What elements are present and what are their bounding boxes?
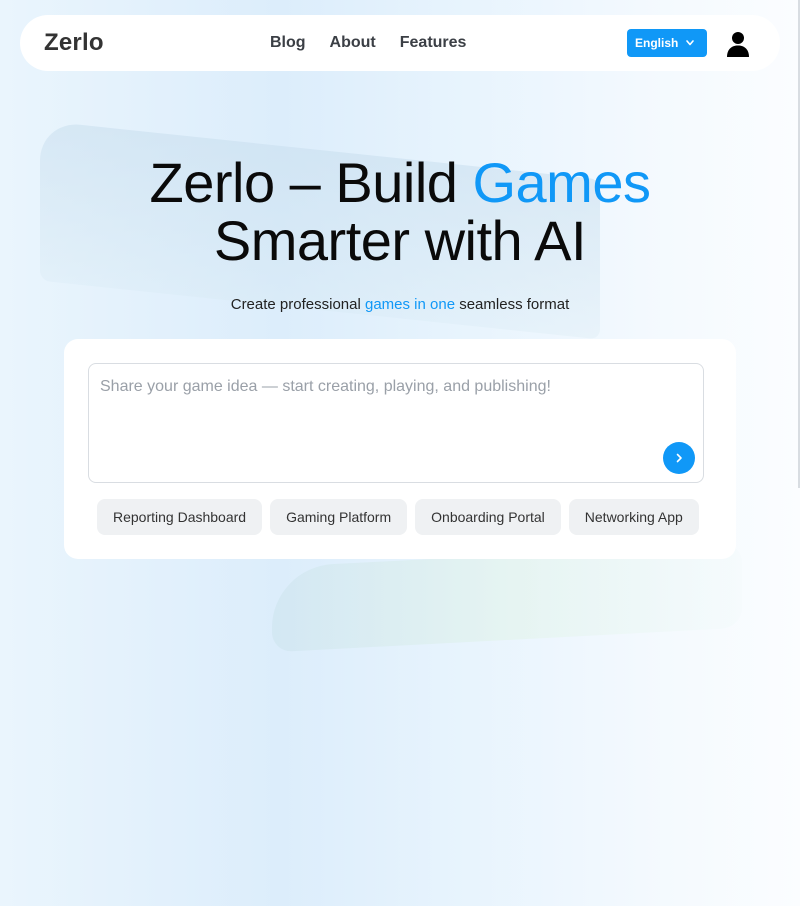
suggestion-chip-networking-app[interactable]: Networking App <box>568 499 699 535</box>
prompt-card: Reporting Dashboard Gaming Platform Onbo… <box>64 339 736 559</box>
suggestion-chips: Reporting Dashboard Gaming Platform Onbo… <box>97 499 699 535</box>
user-icon[interactable] <box>726 31 750 57</box>
prompt-input[interactable] <box>89 364 703 482</box>
nav-link-features[interactable]: Features <box>400 34 467 52</box>
suggestion-chip-reporting-dashboard[interactable]: Reporting Dashboard <box>97 499 263 535</box>
prompt-box <box>88 363 704 483</box>
nav-links: Blog About Features <box>270 34 466 52</box>
hero-title-accent: Games <box>472 151 651 214</box>
chevron-down-icon <box>686 40 694 46</box>
nav-link-about[interactable]: About <box>330 34 376 52</box>
hero-subtitle-accent: games in one <box>364 296 456 313</box>
hero-subtitle-before: Create professional <box>230 296 365 313</box>
hero-subtitle-after: seamless format <box>455 296 570 313</box>
hero-title: Zerlo – Build Games Smarter with AI <box>0 154 800 270</box>
logo[interactable]: Zerlo <box>44 29 104 57</box>
suggestion-chip-gaming-platform[interactable]: Gaming Platform <box>270 499 408 535</box>
navbar: Zerlo Blog About Features English <box>20 15 780 71</box>
send-button[interactable] <box>663 442 695 474</box>
hero-title-part2: Smarter with AI <box>213 209 587 272</box>
background-shape-bottom <box>272 542 742 653</box>
suggestion-chip-onboarding-portal[interactable]: Onboarding Portal <box>415 499 561 535</box>
hero-subtitle: Create professional games in one seamles… <box>0 296 800 313</box>
language-select[interactable]: English <box>627 29 707 57</box>
nav-link-blog[interactable]: Blog <box>270 34 306 52</box>
chevron-right-icon <box>676 453 682 463</box>
hero-title-part1: Zerlo – Build <box>149 151 473 214</box>
language-label: English <box>635 36 679 50</box>
